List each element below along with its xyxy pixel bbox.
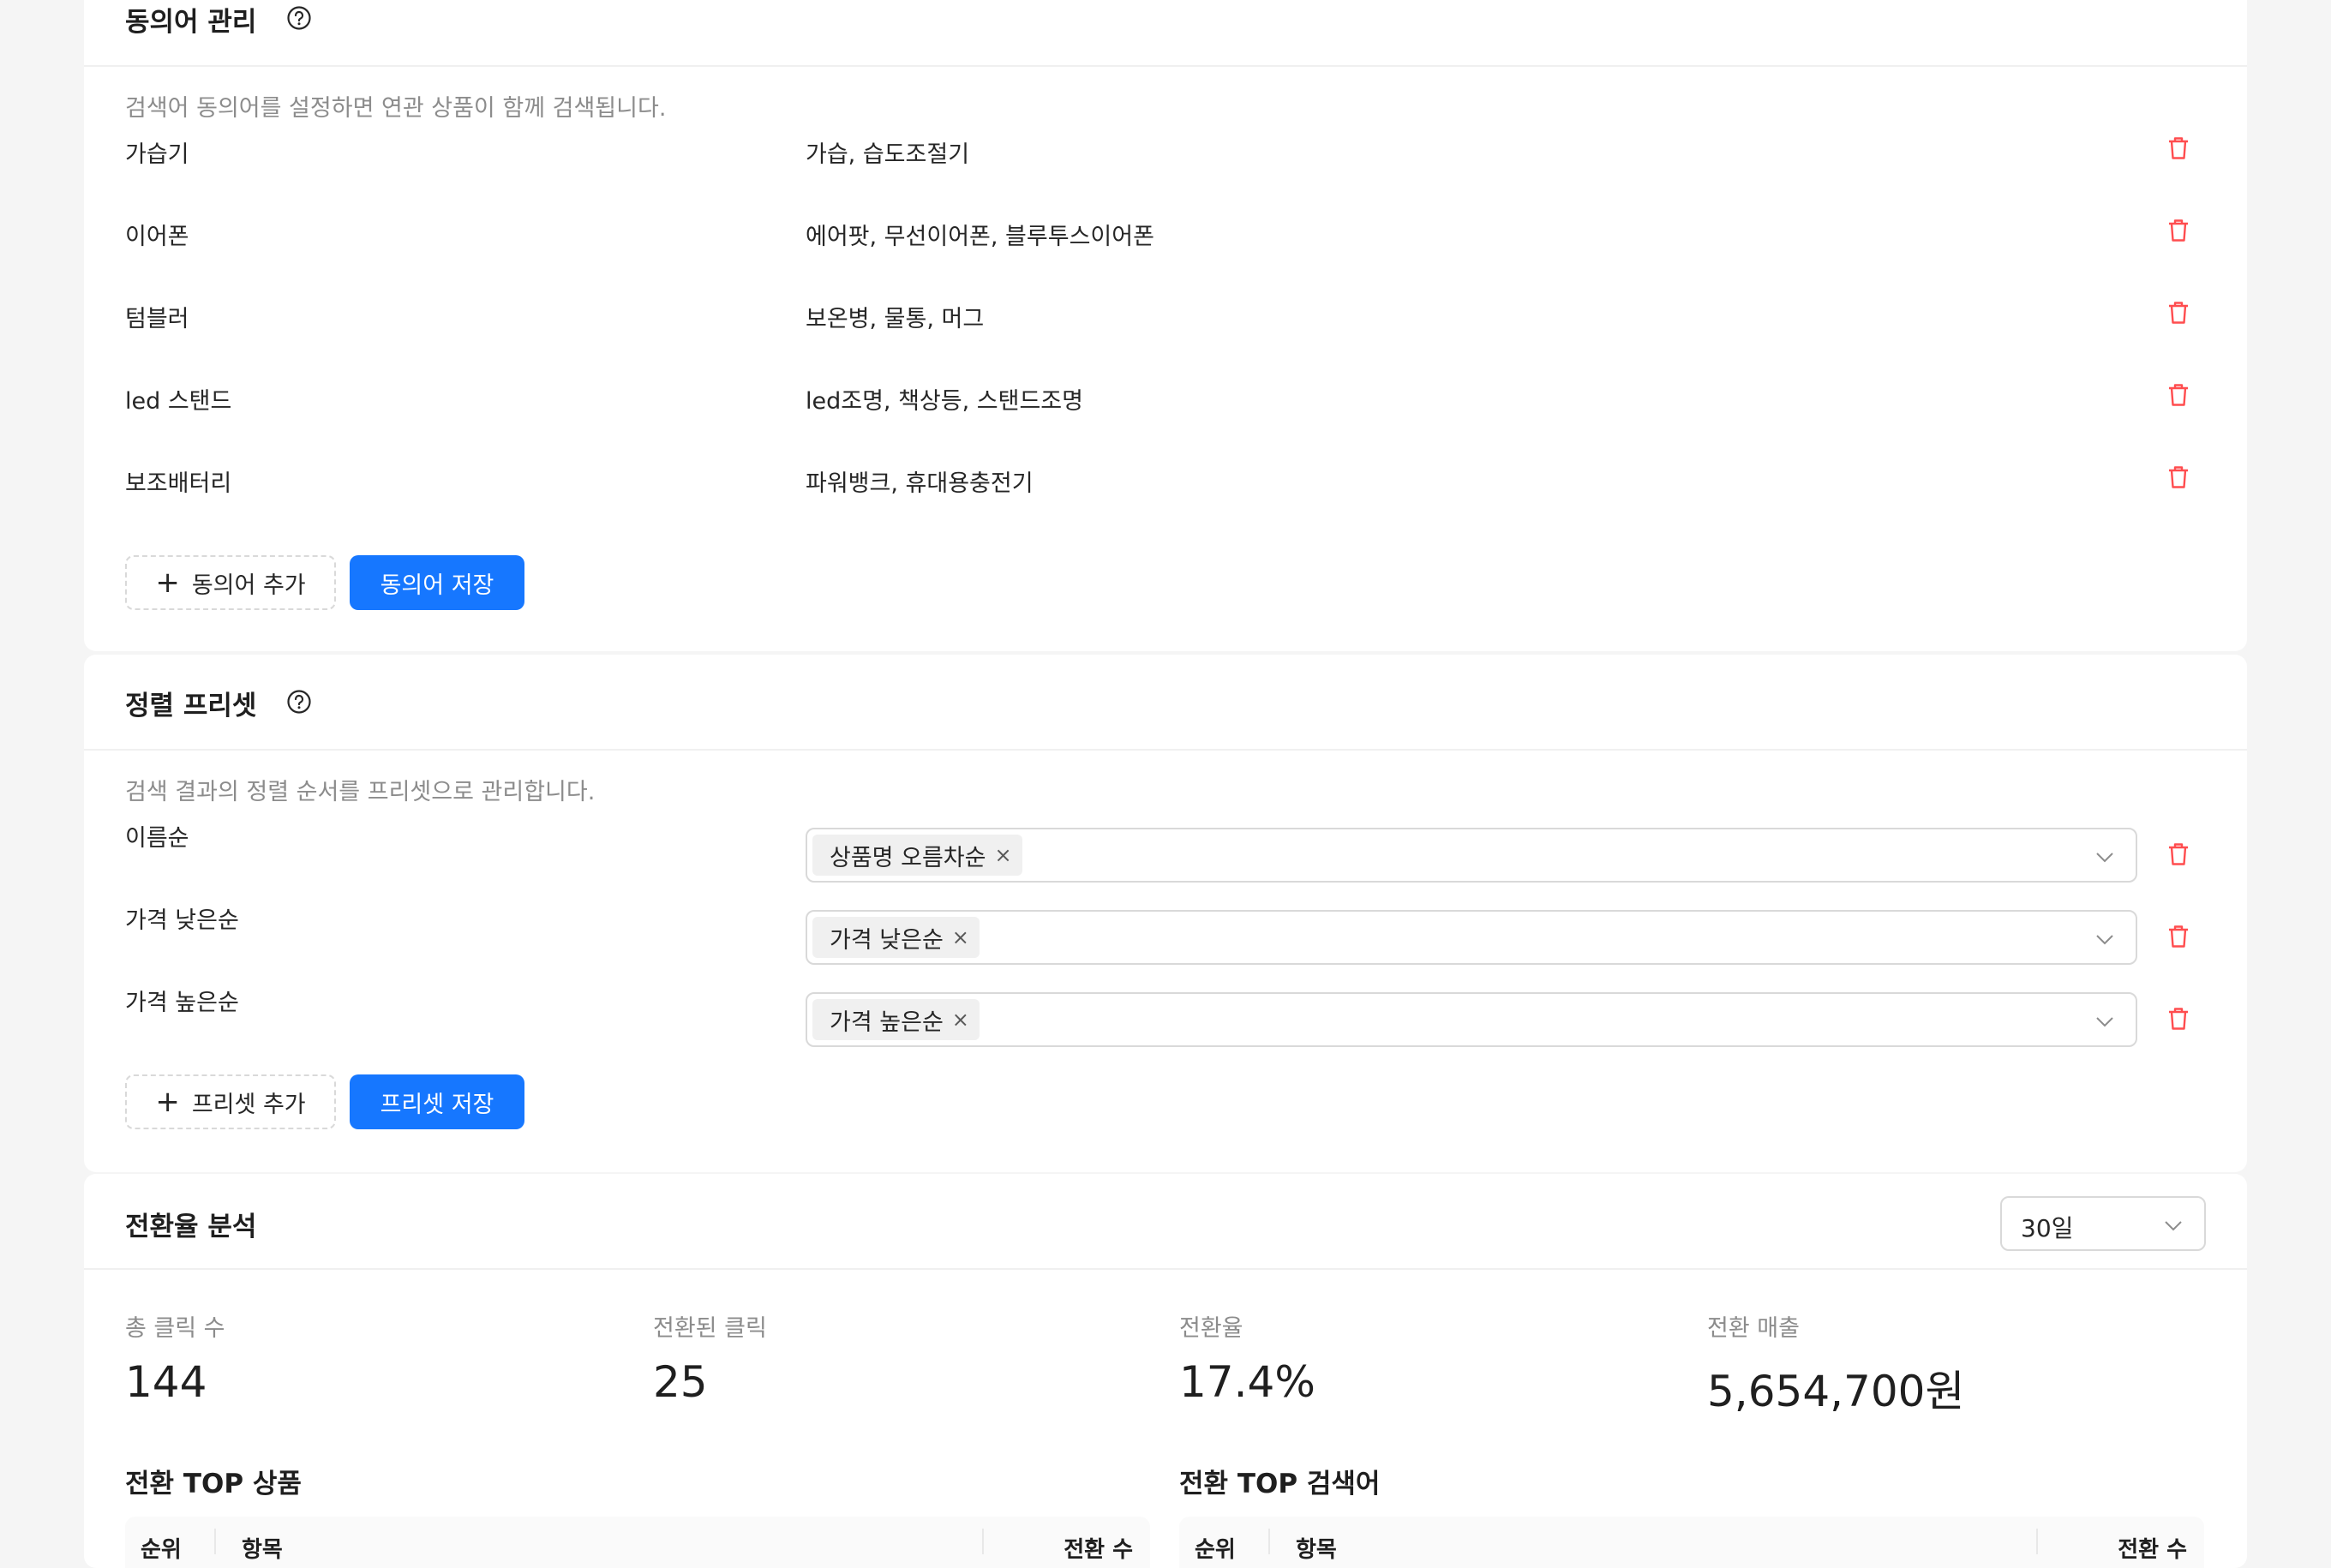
preset-description: 검색 결과의 정렬 순서를 프리셋으로 관리합니다. bbox=[125, 779, 596, 805]
tag-label: 가격 높은순 bbox=[830, 1008, 944, 1036]
selected-tag: 가격 높은순 × bbox=[812, 999, 980, 1040]
stat-value: 17.4% bbox=[1179, 1357, 1315, 1407]
column-rank: 순위 bbox=[1195, 1537, 1236, 1563]
preset-title: 정렬 프리셋 bbox=[125, 691, 257, 721]
add-preset-button[interactable]: + 프리셋 추가 bbox=[125, 1074, 336, 1129]
preset-name: 이름순 bbox=[125, 825, 189, 852]
save-synonym-button[interactable]: 동의어 저장 bbox=[350, 555, 524, 610]
delete-icon[interactable] bbox=[2166, 1006, 2190, 1032]
conversion-card-header: 전환율 분석 30일 bbox=[84, 1174, 2247, 1270]
synonym-keyword: 가습기 bbox=[125, 141, 189, 168]
delete-icon[interactable] bbox=[2166, 218, 2190, 243]
column-item: 항목 bbox=[242, 1537, 283, 1563]
synonym-values: 보온병, 물통, 머그 bbox=[806, 306, 985, 332]
column-rank: 순위 bbox=[141, 1537, 182, 1563]
stat-value: 5,654,700원 bbox=[1707, 1367, 1965, 1416]
delete-icon[interactable] bbox=[2166, 924, 2190, 949]
chevron-down-icon bbox=[2096, 935, 2113, 945]
add-synonym-label: 동의어 추가 bbox=[191, 572, 306, 599]
sort-field-select[interactable]: 가격 높은순 × bbox=[806, 992, 2137, 1047]
top-products-title: 전환 TOP 상품 bbox=[125, 1469, 302, 1499]
synonym-keyword: 보조배터리 bbox=[125, 470, 232, 497]
synonym-card: 동의어 관리 검색어 동의어를 설정하면 연관 상품이 함께 검색됩니다. 가습… bbox=[84, 0, 2247, 651]
delete-icon[interactable] bbox=[2166, 841, 2190, 867]
column-item: 항목 bbox=[1296, 1537, 1337, 1563]
conversion-title: 전환율 분석 bbox=[125, 1212, 257, 1242]
add-preset-label: 프리셋 추가 bbox=[191, 1091, 306, 1118]
synonym-values: 에어팟, 무선이어폰, 블루투스이어폰 bbox=[806, 224, 1154, 250]
top-keywords-title: 전환 TOP 검색어 bbox=[1179, 1469, 1381, 1499]
delete-icon[interactable] bbox=[2166, 464, 2190, 490]
period-select[interactable]: 30일 bbox=[2000, 1196, 2206, 1251]
sort-field-select[interactable]: 상품명 오름차순 × bbox=[806, 828, 2137, 883]
preset-card: 정렬 프리셋 검색 결과의 정렬 순서를 프리셋으로 관리합니다. 이름순 상품… bbox=[84, 655, 2247, 1172]
tag-label: 상품명 오름차순 bbox=[830, 844, 986, 871]
preset-name: 가격 높은순 bbox=[125, 990, 239, 1016]
synonym-description: 검색어 동의어를 설정하면 연관 상품이 함께 검색됩니다. bbox=[125, 95, 667, 122]
delete-icon[interactable] bbox=[2166, 135, 2190, 161]
conversion-card: 전환율 분석 30일 총 클릭 수 144 전환된 클릭 25 전환율 17.4… bbox=[84, 1174, 2247, 1568]
chevron-down-icon bbox=[2096, 1017, 2113, 1027]
synonym-values: 파워뱅크, 휴대용충전기 bbox=[806, 470, 1034, 497]
close-icon[interactable]: × bbox=[952, 1008, 969, 1032]
tag-label: 가격 낮은순 bbox=[830, 926, 944, 954]
close-icon[interactable]: × bbox=[952, 925, 969, 949]
column-conversions: 전환 수 bbox=[1064, 1537, 1133, 1563]
delete-icon[interactable] bbox=[2166, 300, 2190, 326]
add-synonym-button[interactable]: + 동의어 추가 bbox=[125, 555, 336, 610]
column-separator bbox=[982, 1529, 984, 1554]
stat-value: 25 bbox=[653, 1357, 708, 1407]
column-separator bbox=[2036, 1529, 2038, 1554]
question-circle-icon[interactable] bbox=[286, 689, 312, 715]
synonym-keyword: 이어폰 bbox=[125, 224, 189, 250]
sort-field-select[interactable]: 가격 낮은순 × bbox=[806, 910, 2137, 965]
chevron-down-icon bbox=[2096, 853, 2113, 863]
synonym-keyword: 텀블러 bbox=[125, 306, 189, 332]
preset-card-header: 정렬 프리셋 bbox=[84, 655, 2247, 751]
stat-value: 144 bbox=[125, 1357, 207, 1407]
plus-icon: + bbox=[155, 566, 180, 600]
synonym-values: led조명, 책상등, 스탠드조명 bbox=[806, 388, 1083, 415]
stat-label: 총 클릭 수 bbox=[125, 1315, 225, 1342]
selected-tag: 상품명 오름차순 × bbox=[812, 835, 1022, 876]
column-separator bbox=[1268, 1529, 1270, 1554]
synonym-values: 가습, 습도조절기 bbox=[806, 141, 970, 168]
selected-tag: 가격 낮은순 × bbox=[812, 917, 980, 958]
synonym-keyword: led 스탠드 bbox=[125, 388, 232, 415]
stat-label: 전환된 클릭 bbox=[653, 1315, 767, 1342]
close-icon[interactable]: × bbox=[994, 843, 1011, 867]
delete-icon[interactable] bbox=[2166, 382, 2190, 408]
question-circle-icon[interactable] bbox=[286, 5, 312, 31]
period-value: 30일 bbox=[2021, 1214, 2074, 1242]
plus-icon: + bbox=[155, 1085, 180, 1119]
synonym-card-header: 동의어 관리 bbox=[84, 0, 2247, 67]
stat-label: 전환율 bbox=[1179, 1315, 1243, 1342]
stat-label: 전환 매출 bbox=[1707, 1315, 1800, 1342]
column-conversions: 전환 수 bbox=[2118, 1537, 2187, 1563]
top-keywords-table-header: 순위 항목 전환 수 bbox=[1179, 1517, 2204, 1568]
chevron-down-icon bbox=[2165, 1221, 2182, 1231]
column-separator bbox=[214, 1529, 216, 1554]
preset-name: 가격 낮은순 bbox=[125, 907, 239, 934]
save-preset-button[interactable]: 프리셋 저장 bbox=[350, 1074, 524, 1129]
synonym-title: 동의어 관리 bbox=[125, 7, 257, 38]
top-products-table-header: 순위 항목 전환 수 bbox=[125, 1517, 1150, 1568]
